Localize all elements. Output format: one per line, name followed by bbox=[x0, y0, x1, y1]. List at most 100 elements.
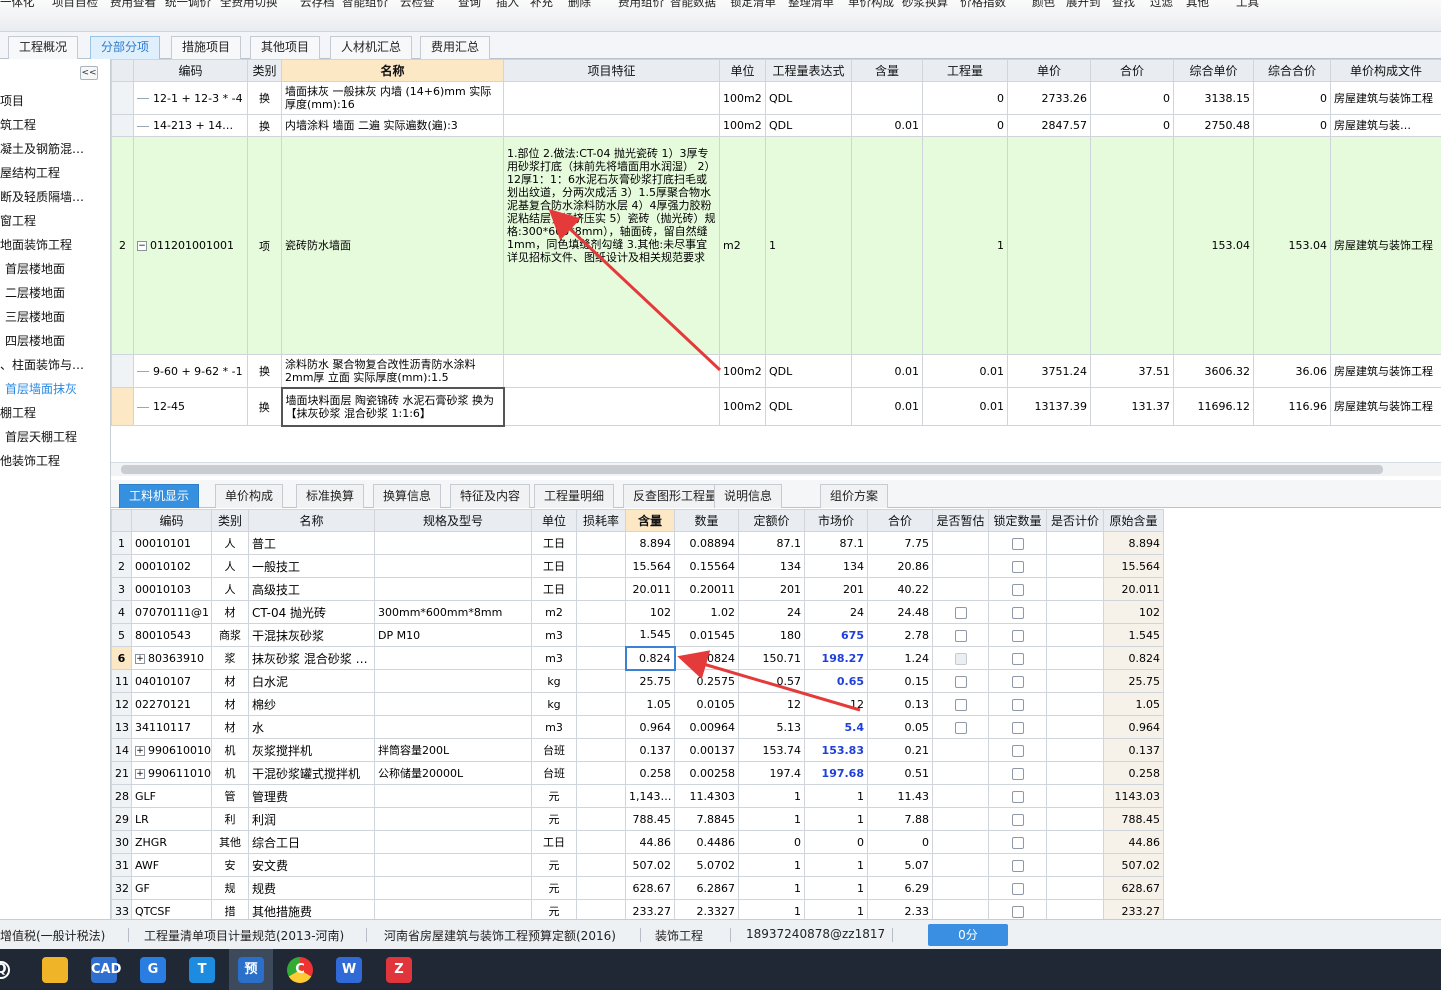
market-price-cell[interactable]: 198.27 bbox=[804, 646, 868, 670]
type-cell[interactable]: 材 bbox=[211, 600, 249, 624]
content-cell[interactable]: 507.02 bbox=[625, 853, 675, 877]
total-cell[interactable]: 0 bbox=[1090, 114, 1174, 137]
column-header[interactable]: 含量 bbox=[851, 59, 923, 82]
sidebar-item[interactable]: 断及轻质隔墙… bbox=[0, 186, 84, 208]
loss-cell[interactable] bbox=[576, 531, 626, 555]
type-cell[interactable]: 商浆 bbox=[211, 623, 249, 647]
resource-row[interactable]: 29 LR 利利润元 788.45 7.8845 1 1 7.88 788.45 bbox=[111, 807, 1164, 831]
loss-cell[interactable] bbox=[576, 692, 626, 716]
total-cell[interactable]: 40.22 bbox=[867, 577, 933, 601]
name-cell[interactable]: 利润 bbox=[248, 807, 375, 831]
row-number[interactable]: 12 bbox=[111, 692, 132, 716]
column-header[interactable]: 项目特征 bbox=[503, 59, 720, 82]
type-cell[interactable]: 利 bbox=[211, 807, 249, 831]
priced-cell[interactable] bbox=[1046, 784, 1104, 808]
name-cell[interactable]: 水 bbox=[248, 715, 375, 739]
content-cell[interactable] bbox=[851, 136, 923, 355]
market-price-cell[interactable]: 1 bbox=[804, 807, 868, 831]
original-content-cell[interactable]: 507.02 bbox=[1103, 853, 1164, 877]
checkbox[interactable] bbox=[1011, 836, 1024, 849]
toolbar-item[interactable]: 单价构成 bbox=[848, 0, 894, 10]
total-cell[interactable]: 131.37 bbox=[1090, 387, 1174, 426]
column-header[interactable] bbox=[111, 509, 132, 532]
name-cell[interactable]: 一般技工 bbox=[248, 554, 375, 578]
estimate-cell[interactable] bbox=[932, 807, 989, 831]
sidebar-item[interactable]: 棚工程 bbox=[0, 402, 36, 424]
column-header[interactable]: 是否暂估 bbox=[932, 509, 989, 532]
sidebar-item[interactable]: 窗工程 bbox=[0, 210, 36, 232]
checkbox[interactable] bbox=[1011, 882, 1024, 895]
base-price-cell[interactable]: 12 bbox=[738, 692, 805, 716]
lock-qty-cell[interactable] bbox=[988, 623, 1047, 647]
qty-cell[interactable]: 0.0105 bbox=[674, 692, 739, 716]
code-cell[interactable]: 00010102 bbox=[131, 554, 212, 578]
column-header[interactable]: 定额价 bbox=[738, 509, 805, 532]
column-header[interactable]: 合价 bbox=[1090, 59, 1174, 82]
code-cell[interactable]: GF bbox=[131, 876, 212, 900]
toolbar-item[interactable]: 云存档 bbox=[300, 0, 335, 10]
original-content-cell[interactable]: 0.137 bbox=[1103, 738, 1164, 762]
row-number[interactable]: 11 bbox=[111, 669, 132, 693]
qty-cell[interactable]: 7.8845 bbox=[674, 807, 739, 831]
content-cell[interactable]: 1.545 bbox=[625, 623, 675, 647]
checkbox[interactable] bbox=[1011, 629, 1024, 642]
lock-qty-cell[interactable] bbox=[988, 761, 1047, 785]
total-cell[interactable]: 5.07 bbox=[867, 853, 933, 877]
name-cell[interactable]: 墙面抹灰 一般抹灰 内墙 (14+6)mm 实际厚度(mm):16 bbox=[281, 81, 504, 115]
qty-cell[interactable]: 0.20011 bbox=[674, 577, 739, 601]
checkbox[interactable] bbox=[1011, 721, 1024, 734]
base-price-cell[interactable]: 153.74 bbox=[738, 738, 805, 762]
qty-cell[interactable]: 0.4486 bbox=[674, 830, 739, 854]
expand-icon[interactable]: + bbox=[135, 653, 145, 664]
toolbar-item[interactable]: 项目自检 bbox=[52, 0, 98, 10]
total-cell[interactable]: 0 bbox=[1090, 81, 1174, 115]
type-cell[interactable]: 机 bbox=[211, 761, 249, 785]
row-number[interactable]: 13 bbox=[111, 715, 132, 739]
price-cell[interactable] bbox=[1007, 136, 1091, 355]
type-cell[interactable]: 规 bbox=[211, 876, 249, 900]
scrollbar-thumb[interactable] bbox=[121, 465, 1383, 474]
original-content-cell[interactable]: 25.75 bbox=[1103, 669, 1164, 693]
content-cell[interactable]: 1.05 bbox=[625, 692, 675, 716]
spec-cell[interactable] bbox=[374, 577, 532, 601]
type-cell[interactable]: 材 bbox=[211, 715, 249, 739]
row-number[interactable]: 5 bbox=[111, 623, 132, 647]
checkbox[interactable] bbox=[954, 698, 967, 711]
horizontal-scrollbar[interactable] bbox=[111, 462, 1441, 476]
total-cell[interactable]: 0 bbox=[867, 830, 933, 854]
column-header[interactable]: 原始含量 bbox=[1103, 509, 1164, 532]
content-cell[interactable]: 15.564 bbox=[625, 554, 675, 578]
priced-cell[interactable] bbox=[1046, 669, 1104, 693]
content-cell[interactable]: 0.01 bbox=[851, 354, 923, 388]
detail-tab-7[interactable]: 说明信息 bbox=[714, 484, 783, 508]
type-cell[interactable]: 人 bbox=[211, 554, 249, 578]
unit-cell[interactable]: 元 bbox=[531, 853, 577, 877]
budget-app-icon[interactable]: 预 bbox=[238, 957, 264, 983]
priced-cell[interactable] bbox=[1046, 807, 1104, 831]
total-cell[interactable]: 24.48 bbox=[867, 600, 933, 624]
detail-tab-4[interactable]: 特征及内容 bbox=[450, 484, 531, 508]
column-header[interactable]: 单价构成文件 bbox=[1330, 59, 1441, 82]
lock-qty-cell[interactable] bbox=[988, 577, 1047, 601]
chrome-icon[interactable]: C bbox=[287, 957, 313, 983]
priced-cell[interactable] bbox=[1046, 692, 1104, 716]
detail-tab-0[interactable]: 工料机显示 bbox=[119, 484, 200, 508]
unit-cell[interactable]: m3 bbox=[531, 646, 577, 670]
total-cell[interactable]: 0.51 bbox=[867, 761, 933, 785]
column-header[interactable]: 单位 bbox=[531, 509, 577, 532]
tab-5[interactable]: 费用汇总 bbox=[420, 36, 491, 59]
qty-cell[interactable]: 0.00137 bbox=[674, 738, 739, 762]
toolbar-item[interactable]: 一体化 bbox=[0, 0, 35, 10]
sidebar-item[interactable]: 四层楼地面 bbox=[5, 330, 65, 352]
qty-cell[interactable]: 11.4303 bbox=[674, 784, 739, 808]
sidebar-item[interactable]: 凝土及钢筋混… bbox=[0, 138, 84, 160]
file-cell[interactable]: 房屋建筑与装… bbox=[1330, 114, 1441, 137]
column-header[interactable]: 是否计价 bbox=[1046, 509, 1104, 532]
sidebar-item[interactable]: 屋结构工程 bbox=[0, 162, 60, 184]
resource-row[interactable]: 11 04010107 材白水泥 kg 25.75 0.2575 0.57 0.65 0.15 2… bbox=[111, 669, 1164, 693]
tencent-docs-icon[interactable]: T bbox=[189, 957, 215, 983]
row-number[interactable]: 29 bbox=[111, 807, 132, 831]
original-content-cell[interactable]: 1.05 bbox=[1103, 692, 1164, 716]
expr-cell[interactable]: 1 bbox=[765, 136, 852, 355]
toolbar-item[interactable]: 颜色 bbox=[1032, 0, 1055, 10]
